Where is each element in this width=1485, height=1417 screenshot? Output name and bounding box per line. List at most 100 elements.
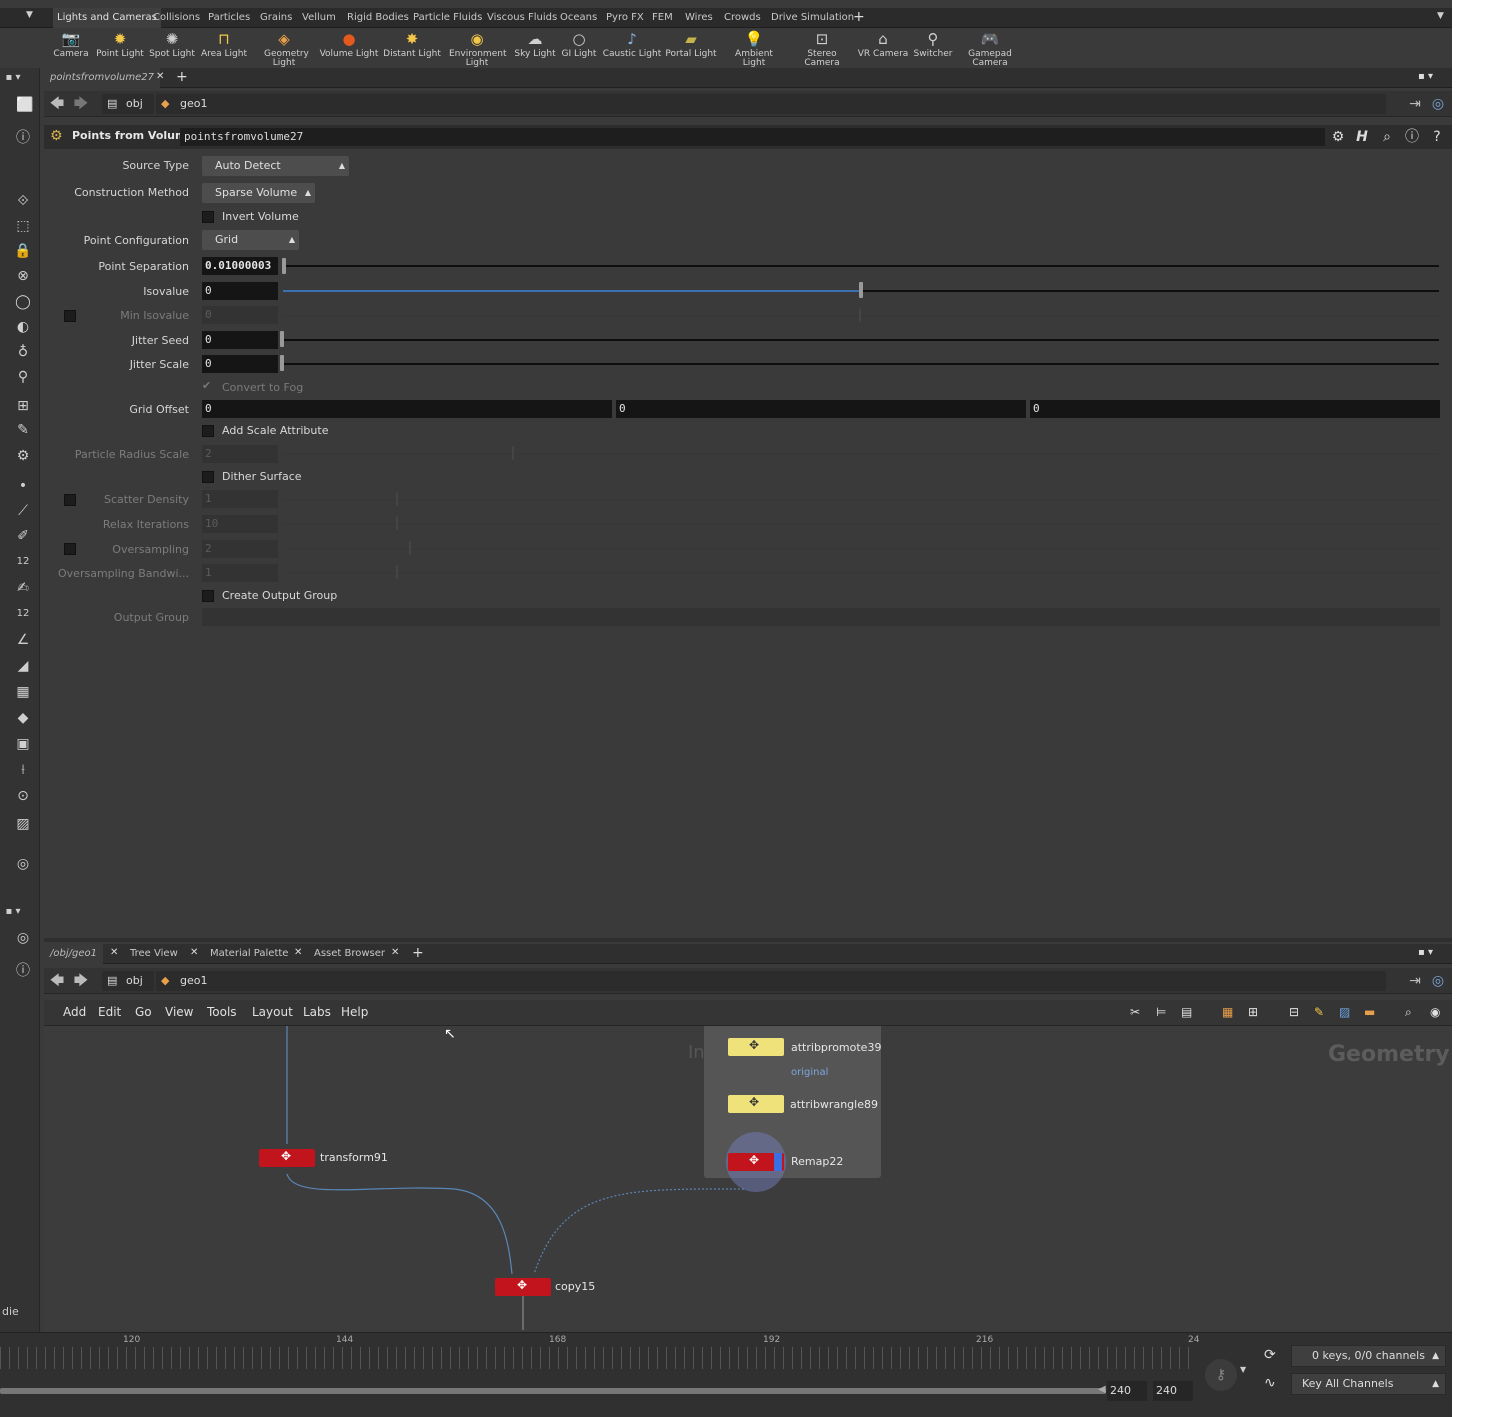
invert-volume-checkbox[interactable] [202,211,214,223]
jitter-seed-handle[interactable] [280,331,284,347]
grid-offset-y-field[interactable]: 0 [616,400,1026,418]
jitter-scale-handle[interactable] [280,355,284,371]
oversampling-field[interactable]: 2 [202,540,278,558]
oversampling-bandwidth-handle[interactable] [396,565,398,579]
grid-list-icon[interactable]: ⊞ [1248,1005,1258,1019]
paint-icon[interactable]: ✍ [12,578,34,598]
map-icon[interactable]: ▣ [12,734,34,754]
pin-pane-icon[interactable]: ⇥ [1406,95,1424,113]
point-separation-handle[interactable] [282,258,286,274]
grid-view-icon[interactable]: ▦ [1222,1005,1233,1019]
tool-volume-light[interactable]: ● Volume Light [319,28,379,59]
relax-iterations-handle[interactable] [396,516,398,530]
target-icon[interactable]: ◎ [12,928,34,948]
shelf-tab-lights-and-cameras[interactable]: Lights and Cameras [53,8,161,28]
timeline-ruler[interactable] [0,1347,1196,1369]
source-type-menu[interactable]: Auto Detect ▲ [202,156,349,176]
dither-surface-checkbox[interactable] [202,471,214,483]
key-icon[interactable]: ⚷ [1205,1359,1237,1391]
min-isovalue-slider[interactable] [283,315,1439,317]
menu-edit[interactable]: Edit [98,1005,121,1019]
network-editor[interactable]: Indi Geometry ✥ attribpromote39 original… [44,1026,1452,1332]
end-frame-field[interactable]: 240 [1107,1381,1147,1401]
oversampling-slider[interactable] [283,548,1439,550]
network-box-icon[interactable]: ⊟ [1289,1005,1299,1019]
tool-geometry-light[interactable]: ◈ Geometry Light [254,28,314,68]
search-icon[interactable]: ⌕ [1405,1005,1412,1020]
tab-obj-geo1[interactable]: /obj/geo1 [44,944,103,964]
bulb-icon[interactable]: ◐ [12,317,34,337]
record-icon[interactable]: ⊙ [12,786,34,806]
select-icon[interactable]: ⟐ [12,191,34,211]
tool-distant-light[interactable]: ✸ Distant Light [382,28,442,59]
key-menu-arrow-icon[interactable]: ▼ [1240,1365,1246,1374]
tab-pointsfromvolume27[interactable]: pointsfromvolume27 [44,68,160,88]
tab-asset-browser[interactable]: Asset Browser [308,944,391,964]
breadcrumb-geo1[interactable]: ◆ geo1 [156,94,1386,114]
curve-icon[interactable]: ∿ [1264,1375,1276,1391]
close-tab-icon[interactable]: ✕ [110,947,118,958]
add-tab-icon[interactable]: + [176,69,188,85]
back-arrow-icon[interactable]: 🡄 [48,972,66,990]
sticky-note-icon[interactable]: ✎ [1314,1005,1324,1019]
help-icon[interactable]: ⓘ [12,128,34,148]
tool-switcher[interactable]: ⚲ Switcher [903,28,963,59]
convert-to-fog-check-icon[interactable]: ✔ [202,379,211,392]
tool-gamepad-camera[interactable]: 🎮 Gamepad Camera [960,28,1020,68]
tool-gi-light[interactable]: ○ GI Light [549,28,609,59]
snap-icon[interactable]: ⊗ [12,266,34,286]
image-icon[interactable]: ▨ [1339,1005,1350,1019]
create-output-group-checkbox[interactable] [202,590,214,602]
surface-icon[interactable]: ◢ [12,656,34,676]
menu-help[interactable]: Help [341,1005,368,1019]
shelf-tab-oceans[interactable]: Oceans [556,8,601,28]
add-shelf-tab-icon[interactable]: + [853,9,865,25]
link-pane-icon[interactable]: ◎ [1429,972,1447,990]
shelf-tab-fem[interactable]: FEM [648,8,677,28]
tool-point-light[interactable]: ✹ Point Light [90,28,150,59]
help-2-icon[interactable]: ⓘ [12,961,34,981]
shelf-tab-crowds[interactable]: Crowds [720,8,765,28]
shelf-tab-viscous-fluids[interactable]: Viscous Fluids [483,8,561,28]
range-slider[interactable] [0,1388,1106,1394]
brush-icon[interactable]: ⟋ [12,501,34,521]
menu-add[interactable]: Add [63,1005,86,1019]
pane-splitter[interactable] [44,938,1452,942]
pane-menu-icon[interactable]: ▪ ▾ [1418,947,1433,958]
pane-layout-icon[interactable]: ▪ ▾ [2,68,24,88]
transform-icon[interactable]: ⬚ [12,216,34,236]
point-configuration-menu[interactable]: Grid ▲ [202,230,299,250]
output-group-field[interactable] [202,608,1440,626]
end-frame-field-2[interactable]: 240 [1153,1381,1193,1401]
forward-arrow-icon[interactable]: 🡆 [72,972,90,990]
tool-spot-light[interactable]: ✺ Spot Light [142,28,202,59]
shelf-menu-arrow-icon[interactable]: ▼ [26,10,33,20]
shelf-options-arrow-icon[interactable]: ▼ [1437,11,1444,21]
shelf-tab-particles[interactable]: Particles [204,8,254,28]
wrench-icon[interactable]: ✂ [1130,1005,1140,1019]
close-tab-icon[interactable]: ✕ [294,947,302,958]
jitter-scale-field[interactable]: 0 [202,355,278,373]
particle-radius-scale-handle[interactable] [512,446,514,460]
shelf-tab-collisions[interactable]: Collisions [149,8,204,28]
white-square-icon[interactable]: ⬜ [14,95,36,115]
sculpt-icon[interactable]: ⚙ [12,446,34,466]
shelf-tab-rigid-bodies[interactable]: Rigid Bodies [343,8,413,28]
jitter-seed-slider[interactable] [283,339,1439,341]
oversampling-bandwidth-slider[interactable] [283,572,1439,574]
scatter-density-field[interactable]: 1 [202,490,278,508]
tool-caustic-light[interactable]: ♪ Caustic Light [602,28,662,59]
range-end-arrow-icon[interactable]: ◀ [1098,1384,1106,1395]
close-tab-icon[interactable]: ✕ [391,947,399,958]
node-name-field[interactable]: pointsfromvolume27 [180,128,1325,146]
close-tab-icon[interactable]: ✕ [156,71,164,82]
attribwrangle89-node[interactable]: ✥ [728,1095,784,1113]
point-icon[interactable]: • [12,476,34,496]
menu-layout[interactable]: Layout [252,1005,293,1019]
help-icon[interactable]: ? [1428,128,1446,146]
breadcrumb-obj[interactable]: ▤ obj [102,971,154,991]
particle-radius-scale-field[interactable]: 2 [202,445,278,463]
min-isovalue-field[interactable]: 0 [202,306,278,324]
menu-go[interactable]: Go [135,1005,152,1019]
pane-menu-icon[interactable]: ▪ ▾ [1418,71,1433,82]
